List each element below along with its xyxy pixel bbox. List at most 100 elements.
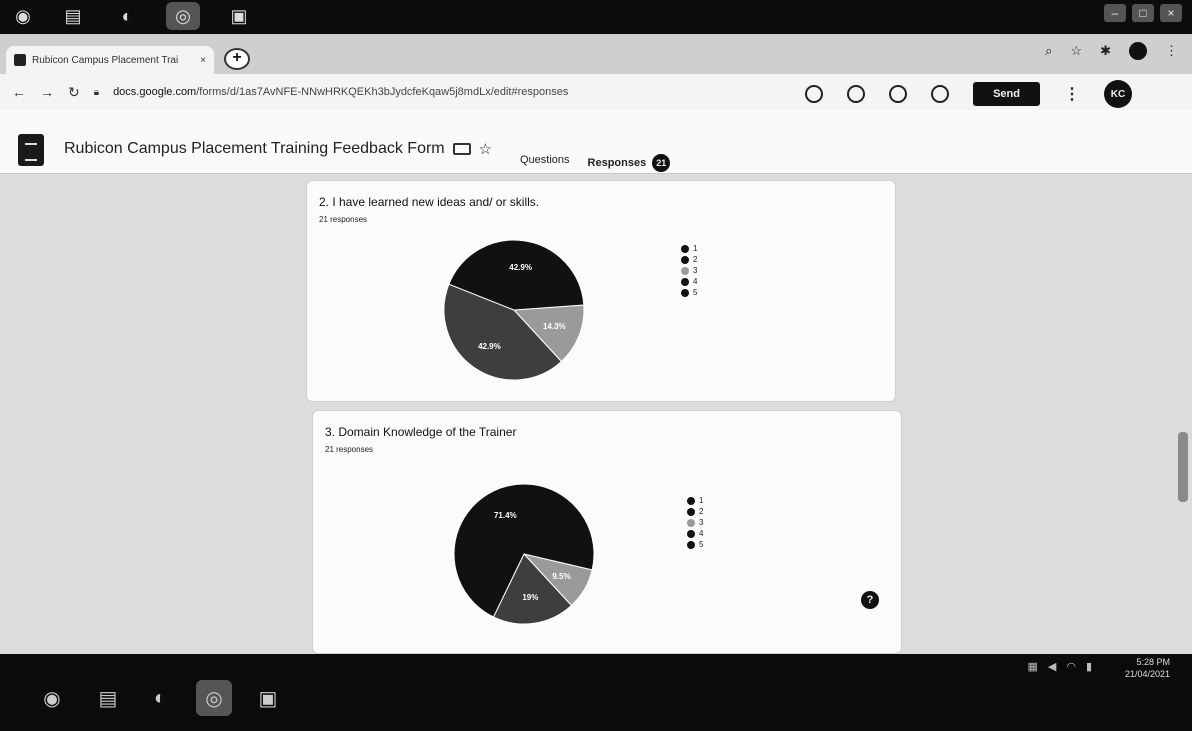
tray-volume-icon[interactable]: ◀ (1048, 660, 1056, 673)
help-icon[interactable]: ? (861, 591, 879, 609)
legend-swatch (681, 244, 689, 253)
tab-close-icon[interactable]: × (200, 55, 206, 66)
responses-count: 21 responses (319, 215, 368, 224)
scrollbar-thumb[interactable] (1178, 432, 1188, 502)
maximize-icon[interactable]: □ (1132, 4, 1154, 22)
close-window-icon[interactable]: × (1160, 4, 1182, 22)
palette-icon[interactable] (847, 85, 866, 103)
chrome-taskbar-icon[interactable]: ◎ (166, 2, 200, 30)
form-title[interactable]: Rubicon Campus Placement Training Feedba… (64, 140, 445, 158)
pie-slice-label: 9.5% (552, 572, 570, 581)
chart-legend: 1 2 3 4 5 (687, 495, 703, 550)
star-icon[interactable]: ☆ (479, 140, 492, 158)
clock-time: 5:28 PM (1136, 657, 1170, 667)
pie-slice-label: 14.3% (543, 322, 566, 331)
legend-label: 1 (693, 244, 698, 253)
customize-theme-icon[interactable] (805, 85, 824, 103)
preview-eye-icon[interactable] (889, 85, 908, 103)
legend-swatch (681, 266, 689, 275)
legend-swatch (687, 496, 695, 505)
folder-icon[interactable] (452, 143, 471, 155)
response-count-badge: 21 (652, 154, 671, 172)
tab-title: Rubicon Campus Placement Trai (32, 54, 179, 66)
legend-swatch (681, 277, 689, 286)
tray-network-icon[interactable]: ▦ (1027, 660, 1037, 673)
more-options-icon[interactable]: ⋮ (1064, 84, 1080, 104)
chart-legend: 1 2 3 4 5 (681, 243, 697, 298)
media-player-icon[interactable]: ◐ (142, 680, 178, 716)
legend-label: 5 (693, 288, 698, 297)
url-field[interactable]: docs.google.com/forms/d/1as7AvNFE-NNwHRK… (113, 86, 568, 98)
pie-slice-label: 42.9% (509, 263, 532, 272)
legend-label: 5 (699, 540, 704, 549)
legend-item[interactable]: 3 (681, 265, 697, 276)
tray-wifi-icon[interactable]: ◠ (1066, 660, 1076, 673)
chrome-taskbar-icon[interactable]: ◎ (196, 680, 232, 716)
legend-label: 1 (699, 496, 704, 505)
question-card: 3. Domain Knowledge of the Trainer 21 re… (312, 410, 902, 654)
start-icon[interactable]: ◉ (34, 680, 70, 716)
legend-swatch (687, 540, 695, 549)
legend-label: 2 (699, 507, 704, 516)
legend-label: 4 (693, 277, 698, 286)
browser-toolbar-right: ⌕ ☆ ✱ ⋮ (1045, 42, 1178, 60)
tab-responses-label: Responses (587, 157, 647, 169)
legend-label: 2 (693, 255, 698, 264)
legend-item[interactable]: 5 (687, 539, 703, 550)
legend-swatch (681, 255, 689, 264)
responses-count: 21 responses (325, 445, 374, 454)
bottom-taskbar: ◉ ▤ ◐ ◎ ▣ ▦ ◀ ◠ ▮ 5:28 PM 21/04/2021 (0, 654, 1192, 731)
legend-swatch (687, 507, 695, 516)
legend-item[interactable]: 3 (687, 517, 703, 528)
legend-swatch (687, 518, 695, 527)
extensions-icon[interactable]: ✱ (1100, 43, 1111, 59)
paint-icon[interactable]: ▣ (222, 2, 256, 30)
legend-label: 3 (693, 266, 698, 275)
legend-item[interactable]: 1 (687, 495, 703, 506)
browser-tab-bar: Rubicon Campus Placement Trai × + ⌕ ☆ ✱ … (0, 34, 1192, 74)
avatar[interactable]: KC (1104, 80, 1132, 108)
pie-chart: 14.3% 42.9% 42.9% (443, 239, 585, 381)
top-taskbar: ◉ ▤ ◐ ◎ ▣ – □ × (0, 0, 1192, 34)
bookmark-star-icon[interactable]: ☆ (1070, 43, 1082, 59)
forward-icon[interactable]: → (40, 84, 54, 100)
file-explorer-icon[interactable]: ▤ (56, 2, 90, 30)
legend-item[interactable]: 4 (681, 276, 697, 287)
legend-item[interactable]: 1 (681, 243, 697, 254)
url-path: /forms/d/1as7AvNFE-NNwHRKQEKh3bJydcfeKqa… (196, 86, 569, 98)
file-explorer-icon[interactable]: ▤ (90, 680, 126, 716)
zoom-icon[interactable]: ⌕ (1045, 43, 1052, 59)
legend-item[interactable]: 5 (681, 287, 697, 298)
google-forms-logo[interactable] (18, 134, 44, 166)
lock-icon: 🔒︎ (93, 86, 100, 98)
legend-swatch (687, 529, 695, 538)
back-icon[interactable]: ← (12, 84, 26, 100)
legend-label: 3 (699, 518, 704, 527)
system-tray: ▦ ◀ ◠ ▮ (1027, 660, 1092, 673)
legend-item[interactable]: 2 (687, 506, 703, 517)
browser-menu-icon[interactable]: ⋮ (1165, 43, 1178, 59)
paint-icon[interactable]: ▣ (250, 680, 286, 716)
legend-label: 4 (699, 529, 704, 538)
question-title: 3. Domain Knowledge of the Trainer (325, 425, 517, 439)
form-title-row: Rubicon Campus Placement Training Feedba… (64, 140, 492, 158)
start-icon[interactable]: ◉ (6, 2, 40, 30)
settings-gear-icon[interactable] (931, 85, 950, 103)
minimize-icon[interactable]: – (1104, 4, 1126, 22)
reload-icon[interactable]: ↻ (68, 84, 80, 101)
url-host: docs.google.com (113, 86, 197, 98)
legend-item[interactable]: 2 (681, 254, 697, 265)
tray-battery-icon[interactable]: ▮ (1086, 660, 1092, 673)
legend-item[interactable]: 4 (687, 528, 703, 539)
profile-icon[interactable] (1129, 42, 1147, 60)
new-tab-button[interactable]: + (224, 48, 250, 70)
media-player-icon[interactable]: ◐ (110, 2, 144, 30)
window-controls: – □ × (1104, 4, 1182, 22)
send-button[interactable]: Send (973, 82, 1040, 106)
responses-content: 2. I have learned new ideas and/ or skil… (0, 174, 1192, 654)
pie-slice-label: 42.9% (478, 342, 501, 351)
system-clock[interactable]: 5:28 PM 21/04/2021 (1125, 656, 1170, 680)
browser-tab[interactable]: Rubicon Campus Placement Trai × (6, 46, 214, 74)
question-card: 2. I have learned new ideas and/ or skil… (306, 180, 896, 402)
clock-date: 21/04/2021 (1124, 669, 1170, 679)
